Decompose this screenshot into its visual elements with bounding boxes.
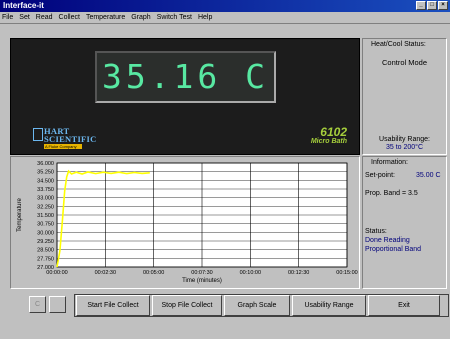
title-bar: Interface-it _ □ × bbox=[0, 0, 450, 12]
heat-cool-caption: Heat/Cool Status: bbox=[371, 41, 426, 48]
y-tick-label: 35.250 bbox=[37, 170, 54, 176]
model-name: Micro Bath bbox=[310, 138, 347, 145]
x-tick-label: 00:02:30 bbox=[95, 270, 116, 276]
graph-scale-button[interactable]: Graph Scale bbox=[224, 295, 290, 316]
usability-range-label: Usability Range: bbox=[379, 136, 430, 143]
model-number: 6102 bbox=[320, 125, 347, 139]
y-tick-label: 28.500 bbox=[37, 248, 54, 254]
x-tick-label: 00:07:30 bbox=[191, 270, 212, 276]
y-axis-label: Temperature bbox=[17, 197, 23, 231]
menu-temperature[interactable]: Temperature bbox=[86, 14, 125, 21]
minimize-button[interactable]: _ bbox=[416, 1, 426, 10]
x-tick-label: 00:10:00 bbox=[240, 270, 261, 276]
y-tick-label: 32.250 bbox=[37, 204, 54, 210]
window-title: Interface-it bbox=[3, 1, 44, 10]
brand-logo: HART SCIENTIFIC A Fluke Company bbox=[33, 127, 123, 149]
stop-file-collect-button[interactable]: Stop File Collect bbox=[152, 295, 222, 316]
menu-help[interactable]: Help bbox=[198, 14, 212, 21]
x-tick-label: 00:12:30 bbox=[288, 270, 309, 276]
y-tick-label: 30.000 bbox=[37, 230, 54, 236]
menu-graph[interactable]: Graph bbox=[131, 14, 150, 21]
menu-set[interactable]: Set bbox=[19, 14, 30, 21]
menu-read[interactable]: Read bbox=[36, 14, 53, 21]
information-panel: Information: Set-point: 35.00 C Prop. Ba… bbox=[362, 156, 447, 289]
heat-cool-status-panel: Heat/Cool Status: Control Mode Usability… bbox=[362, 38, 447, 155]
chart-svg: 00:00:00 00:02:30 00:05:00 00:07:30 00:10:00… bbox=[17, 161, 358, 284]
model-label: 6102 Micro Bath bbox=[311, 126, 347, 145]
x-axis-label: Time (minutes) bbox=[182, 278, 222, 284]
close-button[interactable]: × bbox=[438, 1, 448, 10]
y-tick-label: 34.500 bbox=[37, 178, 54, 184]
y-tick-label: 27.000 bbox=[37, 265, 54, 271]
prop-band: Prop. Band = 3.5 bbox=[365, 190, 418, 197]
menu-bar: File Set Read Collect Temperature Graph … bbox=[0, 12, 450, 24]
menu-file[interactable]: File bbox=[2, 14, 13, 21]
exit-button[interactable]: Exit bbox=[368, 295, 440, 316]
y-tick-label: 27.750 bbox=[37, 256, 54, 262]
status-label: Status: bbox=[365, 228, 387, 235]
start-file-collect-button[interactable]: Start File Collect bbox=[76, 295, 150, 316]
maximize-button[interactable]: □ bbox=[427, 1, 437, 10]
menu-switch-test[interactable]: Switch Test bbox=[157, 14, 192, 21]
setpoint-label: Set-point: bbox=[365, 172, 395, 179]
x-tick-label: 00:05:00 bbox=[143, 270, 164, 276]
brand-mark-icon bbox=[33, 128, 43, 141]
usability-range-button[interactable]: Usability Range bbox=[292, 295, 366, 316]
status-line: Done Reading bbox=[365, 237, 410, 244]
temperature-readout: 35.16 C bbox=[95, 51, 276, 103]
temperature-chart: 00:00:00 00:02:30 00:05:00 00:07:30 00:10:00… bbox=[10, 156, 360, 289]
menu-collect[interactable]: Collect bbox=[59, 14, 80, 21]
y-tick-label: 30.750 bbox=[37, 222, 54, 228]
usability-range-value: 35 to 200°C bbox=[385, 144, 424, 151]
temperature-value: 35.16 C bbox=[101, 57, 270, 96]
control-mode: Control Mode bbox=[381, 58, 428, 67]
window-controls: _ □ × bbox=[416, 1, 448, 10]
button-row: C Start File Collect Stop File Collect G… bbox=[10, 294, 449, 317]
c-button[interactable]: C bbox=[29, 296, 46, 313]
y-tick-label: 31.500 bbox=[37, 213, 54, 219]
information-caption: Information: bbox=[371, 159, 408, 166]
y-tick-label: 36.000 bbox=[37, 161, 54, 167]
blank-button[interactable] bbox=[49, 296, 66, 313]
instrument-display: 35.16 C HART SCIENTIFIC A Fluke Company … bbox=[10, 38, 360, 155]
brand-tagline: A Fluke Company bbox=[44, 144, 82, 149]
brand-name: HART SCIENTIFIC bbox=[44, 126, 97, 144]
x-tick-label: 00:15:00 bbox=[336, 270, 357, 276]
setpoint-value: 35.00 C bbox=[416, 172, 441, 179]
y-tick-label: 33.750 bbox=[37, 187, 54, 193]
y-tick-label: 29.250 bbox=[37, 239, 54, 245]
y-tick-label: 33.000 bbox=[37, 196, 54, 202]
status-line: Proportional Band bbox=[365, 246, 422, 253]
